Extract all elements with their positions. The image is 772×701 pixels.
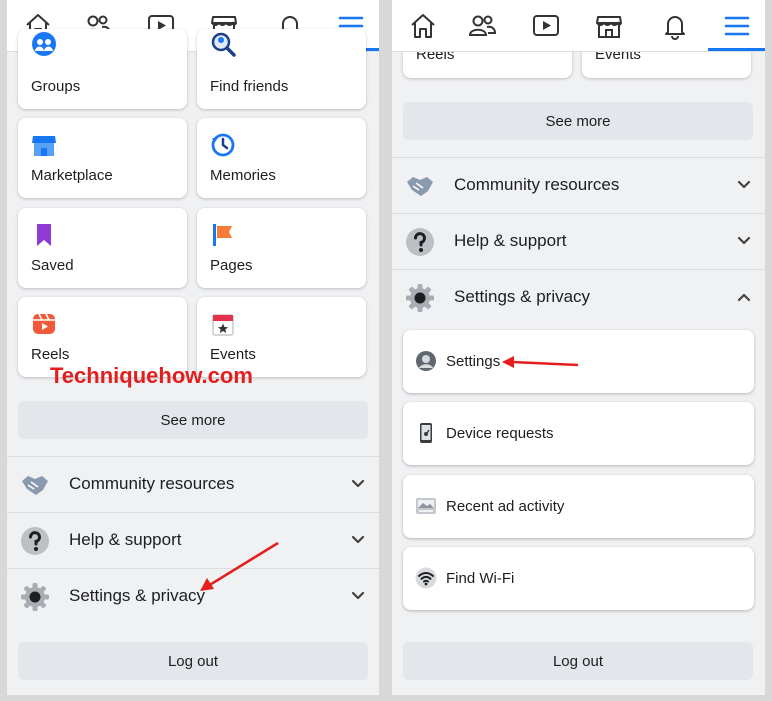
annotation-arrow-right bbox=[502, 356, 579, 368]
annotation-overlay bbox=[200, 356, 579, 591]
annotation-arrow-left bbox=[200, 541, 279, 591]
